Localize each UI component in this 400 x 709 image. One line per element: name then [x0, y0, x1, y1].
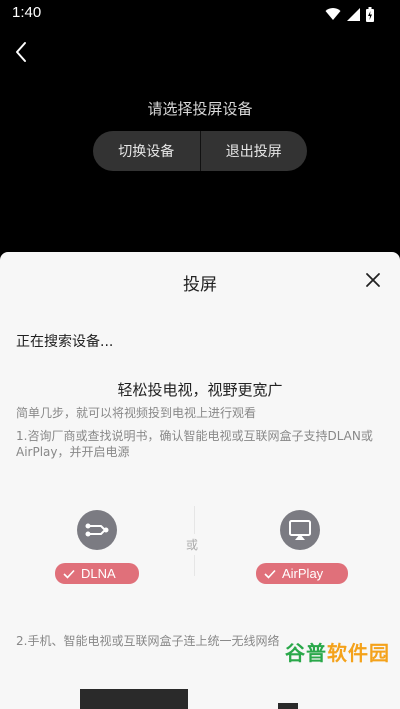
watermark-part2: 软件园: [327, 641, 390, 665]
watermark-part1: 谷普: [285, 641, 327, 665]
airplay-badge: AirPlay: [256, 563, 348, 584]
close-icon[interactable]: [364, 271, 382, 289]
check-icon: [264, 569, 276, 579]
back-arrow-icon[interactable]: [10, 38, 34, 66]
watermark-logo: 谷普软件园: [285, 637, 390, 666]
signal-icon: [347, 7, 360, 21]
dlna-badge: DLNA: [55, 563, 139, 584]
status-bar: 1:40: [0, 0, 400, 28]
status-icons: [325, 6, 374, 22]
airplay-label: AirPlay: [282, 566, 324, 581]
step-2-text: 2.手机、智能电视或互联网盒子连上统一无线网络: [16, 634, 280, 648]
dlna-label: DLNA: [81, 566, 116, 581]
status-time: 1:40: [12, 4, 42, 21]
tip-heading: 轻松投电视，视野更宽广: [117, 381, 283, 399]
tip-subtitle: 简单几步，就可以将视频投到电视上进行观看: [16, 406, 257, 420]
dlna-option: DLNA: [55, 510, 139, 586]
check-icon: [63, 569, 75, 579]
player-area: 请选择投屏设备 切换设备 退出投屏: [0, 28, 400, 250]
wifi-icon: [325, 8, 341, 20]
dlna-share-icon: [77, 510, 117, 550]
tv-illustration: [80, 689, 188, 709]
cast-sheet: 投屏 正在搜索设备... 轻松投电视，视野更宽广 简单几步，就可以将视频投到电视…: [0, 252, 400, 709]
exit-cast-button[interactable]: 退出投屏: [201, 131, 308, 171]
box-illustration: [278, 703, 298, 709]
step-1-text: 1.咨询厂商或查找说明书，确认智能电视或互联网盒子支持DLAN或AirPlay，…: [16, 429, 373, 459]
airplay-option: AirPlay: [256, 510, 348, 586]
switch-device-button[interactable]: 切换设备: [93, 131, 200, 171]
cast-prompt-title: 请选择投屏设备: [147, 100, 253, 118]
searching-status: 正在搜索设备...: [16, 334, 114, 350]
sheet-title: 投屏: [183, 275, 217, 295]
airplay-icon: [280, 510, 320, 550]
cast-button-group: 切换设备 退出投屏: [93, 131, 307, 171]
battery-icon: [366, 6, 374, 22]
or-label: 或: [186, 534, 199, 555]
